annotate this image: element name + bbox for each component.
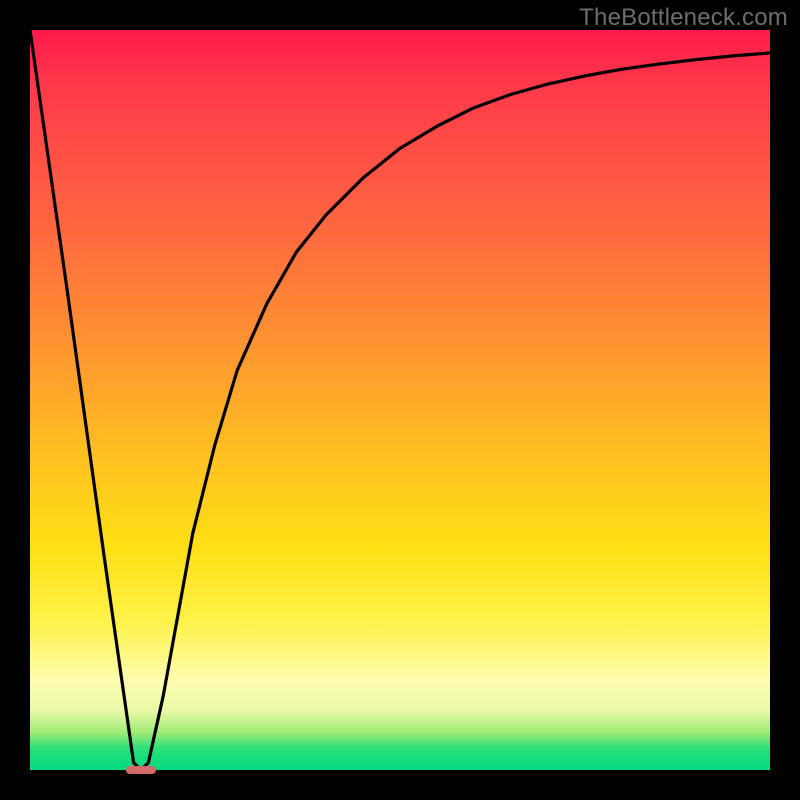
bottleneck-curve — [30, 30, 770, 770]
plot-area — [30, 30, 770, 770]
chart-frame: TheBottleneck.com — [0, 0, 800, 800]
optimal-marker — [126, 766, 156, 775]
watermark-text: TheBottleneck.com — [579, 4, 788, 32]
